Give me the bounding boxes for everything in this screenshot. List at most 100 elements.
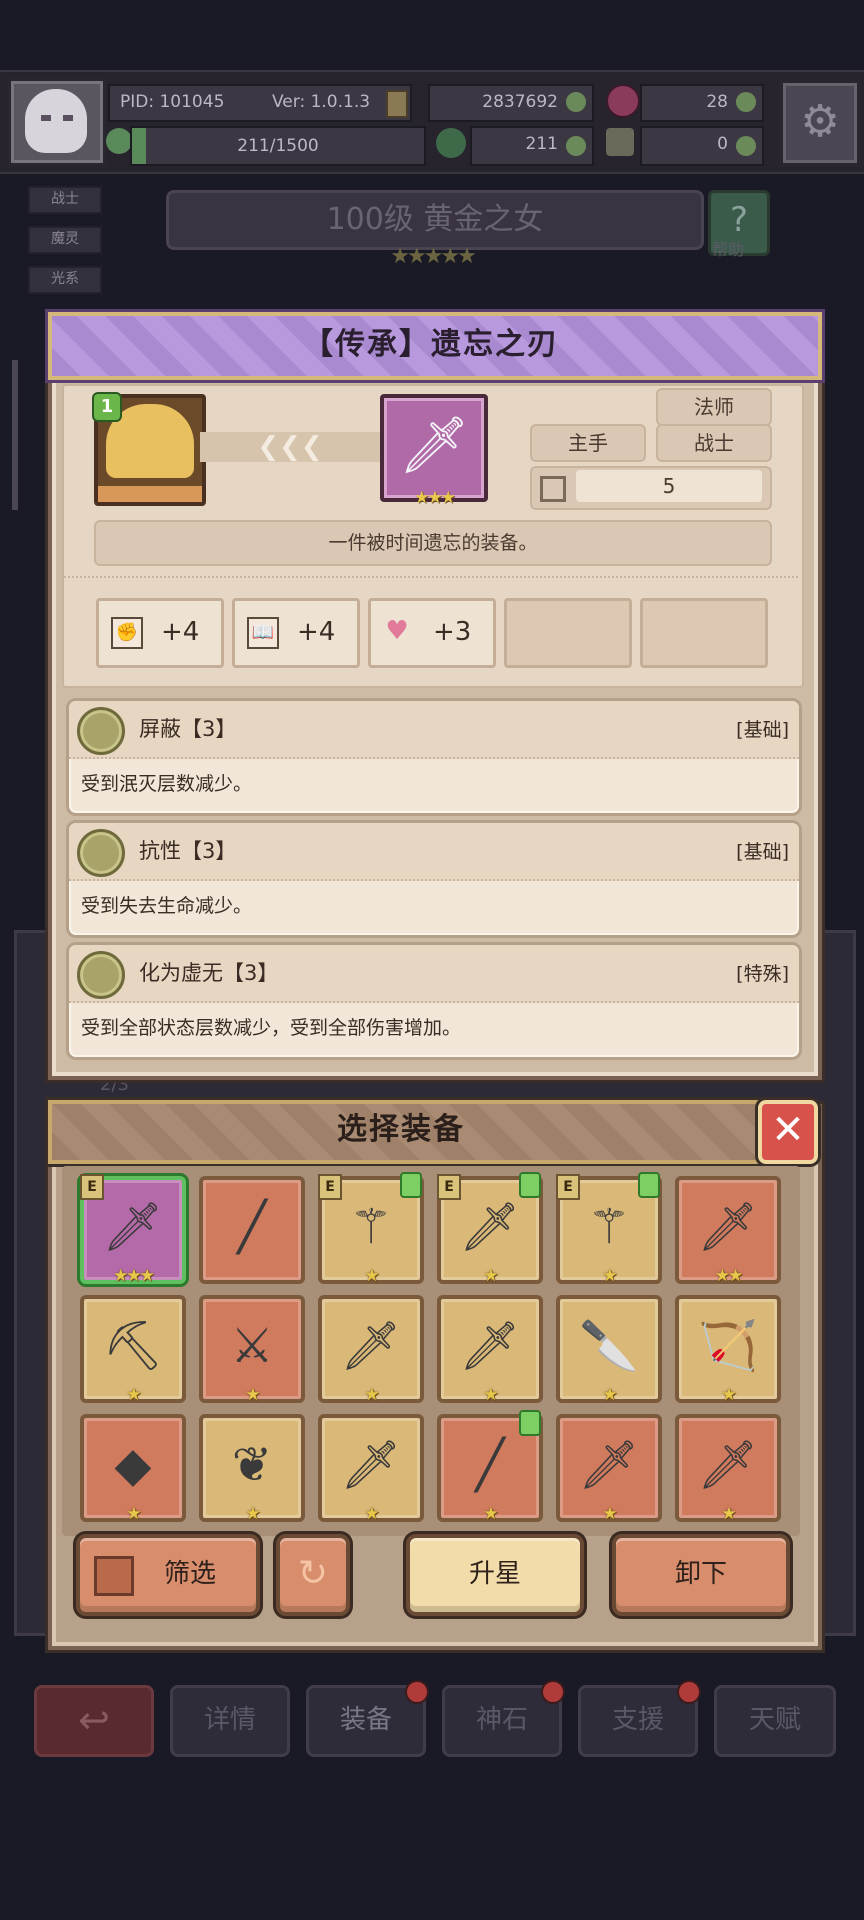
add-gem-icon[interactable] bbox=[736, 92, 756, 112]
skill-card: 化为虚无【3】 [特殊] 受到全部状态层数减少，受到全部伤害增加。 bbox=[66, 942, 802, 1060]
gem-icon bbox=[606, 84, 640, 118]
avatar-face bbox=[25, 89, 87, 153]
nav-tab-label: 神石 bbox=[475, 1705, 528, 1735]
item-stars: ★ bbox=[721, 1504, 736, 1524]
skill-description: 受到失去生命减少。 bbox=[81, 895, 253, 917]
hero-portrait[interactable]: 1 bbox=[92, 392, 206, 506]
avatar-eye-icon bbox=[63, 115, 73, 121]
nav-tab-talent[interactable]: 天赋 bbox=[714, 1685, 836, 1757]
weapon-icon: 🗡 bbox=[459, 1318, 521, 1374]
slot-row: 5 bbox=[530, 466, 772, 510]
equipment-slot[interactable]: ❦ ★ bbox=[199, 1414, 305, 1524]
weapon-icon: ⚚ bbox=[587, 1199, 631, 1255]
hero-level-title: 100级 黄金之女 bbox=[166, 190, 704, 250]
nav-tab-equipment[interactable]: 装备 bbox=[306, 1680, 429, 1757]
equipment-slot[interactable]: 🏹 ★ bbox=[675, 1295, 781, 1405]
equipment-slot[interactable]: ◆ ★ bbox=[80, 1414, 186, 1524]
key-bar: 0 bbox=[640, 126, 764, 166]
item-stars: ★ bbox=[364, 1266, 379, 1286]
skill-name: 抗性【3】 bbox=[139, 839, 237, 863]
add-clover-icon[interactable] bbox=[566, 136, 586, 156]
item-stars: ★ bbox=[483, 1504, 498, 1524]
shield-skill-icon bbox=[77, 707, 125, 755]
stat-value: +4 bbox=[161, 617, 200, 647]
player-avatar[interactable] bbox=[8, 78, 106, 166]
skill-name: 屏蔽【3】 bbox=[139, 717, 237, 741]
close-button[interactable]: ✕ bbox=[758, 1100, 818, 1164]
equipment-slot[interactable]: 🗡 ★ bbox=[318, 1295, 424, 1405]
weapon-icon: 🗡 bbox=[697, 1199, 759, 1255]
equipment-slot[interactable]: ⚚ ★ E bbox=[318, 1172, 424, 1286]
stat-slot: 📖 +4 bbox=[232, 598, 360, 668]
skill-header: 化为虚无【3】 [特殊] bbox=[69, 945, 799, 1003]
tag-warrior: 战士 bbox=[656, 424, 772, 462]
item-icon[interactable]: 🗡 ★★★ bbox=[380, 394, 488, 508]
key-value: 0 bbox=[717, 134, 728, 154]
equipment-slot[interactable]: ⚔ ★ bbox=[199, 1295, 305, 1405]
heart-icon: ♥ bbox=[385, 616, 409, 646]
pid-version-bar: PID: 101045 Ver: 1.0.1.3 bbox=[108, 84, 412, 122]
equipment-slot[interactable]: 🗡 ★ bbox=[318, 1414, 424, 1524]
equipment-slot[interactable]: ⚚ ★ E bbox=[556, 1172, 662, 1286]
weapon-icon: 🗡 bbox=[102, 1199, 164, 1255]
upgrade-available-icon bbox=[519, 1172, 541, 1198]
add-gold-icon[interactable] bbox=[566, 92, 586, 112]
item-stars: ★ bbox=[483, 1385, 498, 1405]
select-title: 选择装备 bbox=[337, 1112, 465, 1147]
weapon-icon: ❦ bbox=[231, 1437, 273, 1493]
stat-value: +4 bbox=[297, 617, 336, 647]
equipment-slot[interactable]: 🔪 ★ bbox=[556, 1295, 662, 1405]
notification-dot bbox=[405, 1680, 429, 1704]
weapon-icon: ◆ bbox=[114, 1437, 152, 1493]
item-stars: ★★ bbox=[714, 1266, 743, 1286]
equipped-badge: E bbox=[318, 1174, 342, 1200]
refresh-button[interactable]: ↻ bbox=[276, 1534, 350, 1616]
item-stars: ★ bbox=[126, 1385, 141, 1405]
crown-skill-icon bbox=[77, 829, 125, 877]
nav-tab-details[interactable]: 详情 bbox=[170, 1685, 290, 1757]
item-stars: ★ bbox=[602, 1266, 617, 1286]
gem-value: 28 bbox=[706, 92, 728, 112]
fist-icon: ✊ bbox=[111, 617, 143, 649]
filter-label: 筛选 bbox=[163, 1559, 216, 1589]
key-icon bbox=[606, 128, 634, 156]
equipment-slot[interactable]: ⛏ ★ bbox=[80, 1295, 186, 1405]
settings-gear-icon[interactable]: ⚙ bbox=[780, 80, 860, 166]
item-stars: ★ bbox=[602, 1385, 617, 1405]
gem-bar: 28 bbox=[640, 84, 764, 122]
item-stars: ★ bbox=[364, 1504, 379, 1524]
equipped-badge: E bbox=[437, 1174, 461, 1200]
equipment-slot[interactable]: 🗡 ★★ bbox=[675, 1176, 781, 1286]
equipment-title: 【传承】遗忘之刃 bbox=[303, 327, 559, 362]
nav-tab-support[interactable]: 支援 bbox=[578, 1680, 701, 1757]
add-key-icon[interactable] bbox=[736, 136, 756, 156]
energy-bar: 211/1500 bbox=[130, 126, 426, 166]
equipment-slot[interactable]: ╱ bbox=[199, 1176, 305, 1284]
gold-bar: 2837692 bbox=[428, 84, 594, 122]
help-label: 帮助 bbox=[712, 240, 745, 259]
weapon-icon: 🗡 bbox=[340, 1318, 402, 1374]
sword-icon: 🗡 bbox=[398, 413, 470, 478]
scrollbar[interactable] bbox=[12, 360, 18, 510]
unequip-button[interactable]: 卸下 bbox=[612, 1534, 790, 1616]
equipped-badge: E bbox=[80, 1174, 104, 1200]
filter-button[interactable]: 筛选 bbox=[76, 1534, 260, 1616]
equipment-slot[interactable]: 🗡 ★ bbox=[675, 1414, 781, 1524]
nav-tab-godstone[interactable]: 神石 bbox=[442, 1680, 565, 1757]
item-stars: ★ bbox=[245, 1504, 260, 1524]
avatar-eye-icon bbox=[41, 115, 51, 121]
weapon-icon: ╱ bbox=[237, 1199, 267, 1255]
class-tag-warrior: 战士 bbox=[28, 186, 102, 214]
clipboard-icon[interactable] bbox=[386, 90, 408, 118]
upgrade-star-button[interactable]: 升星 bbox=[406, 1534, 584, 1616]
equipment-slot[interactable]: 🗡 ★ bbox=[556, 1414, 662, 1524]
equipment-slot[interactable]: ╱ ★ bbox=[437, 1410, 543, 1524]
tag-mage: 法师 bbox=[656, 388, 772, 426]
back-button[interactable]: ↩ bbox=[34, 1685, 154, 1757]
equipment-slot[interactable]: 🗡 ★ E bbox=[437, 1172, 543, 1286]
equipment-slot[interactable]: 🗡 ★★★ E bbox=[80, 1174, 186, 1286]
shield-skill-icon bbox=[77, 951, 125, 999]
divider bbox=[64, 576, 798, 584]
version-text: Ver: 1.0.1.3 bbox=[272, 92, 371, 112]
equipment-slot[interactable]: 🗡 ★ bbox=[437, 1295, 543, 1405]
